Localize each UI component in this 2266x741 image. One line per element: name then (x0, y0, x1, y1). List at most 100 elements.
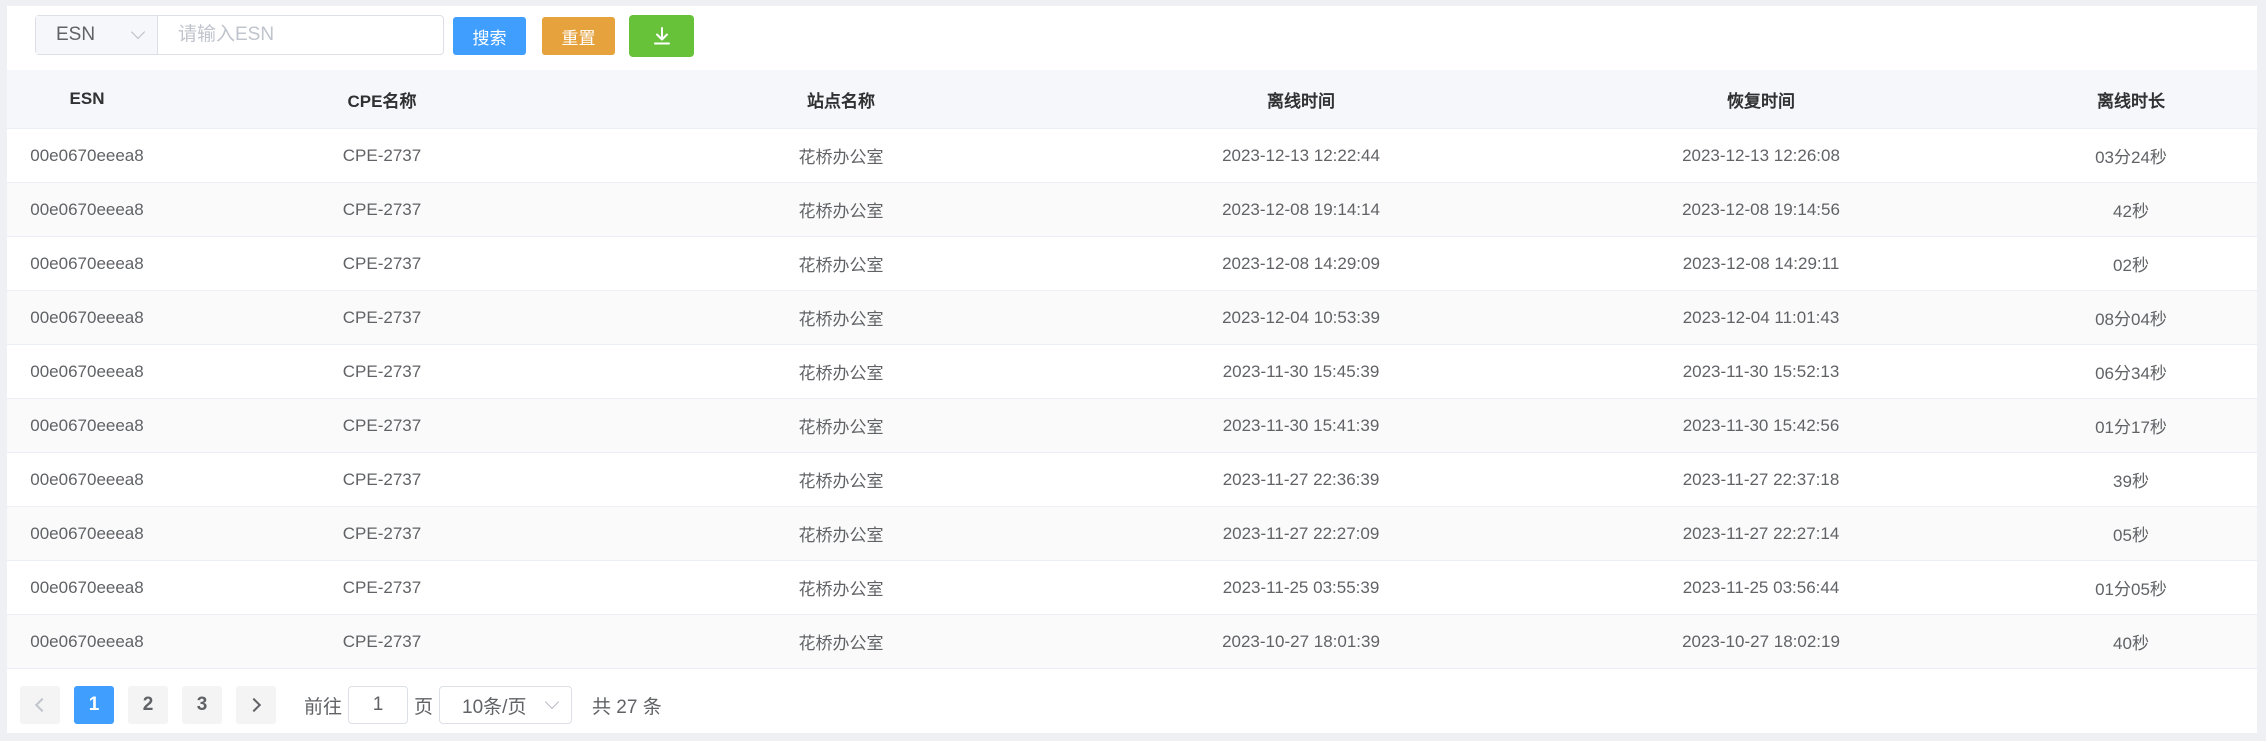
cell-esn: 00e0670eeea8 (30, 415, 144, 435)
chevron-down-icon (544, 694, 560, 710)
cell-site-name: 花桥办公室 (798, 418, 884, 437)
table-row: 00e0670eeea8 CPE-2737 花桥办公室 2023-12-08 19:1… (7, 183, 2257, 237)
column-header-cpe-name: CPE名称 (347, 91, 417, 111)
cell-offline-duration: 05秒 (2113, 526, 2149, 545)
cell-cpe-name: CPE-2737 (342, 199, 422, 219)
column-header-recovery-time: 恢复时间 (1727, 91, 1795, 111)
table-row: 00e0670eeea8 CPE-2737 花桥办公室 2023-12-13 12:2… (7, 129, 2257, 183)
cell-recovery-time: 2023-12-08 14:29:11 (1682, 253, 1840, 273)
table-body: 00e0670eeea8 CPE-2737 花桥办公室 2023-12-13 12:2… (7, 129, 2257, 669)
cell-cpe-name: CPE-2737 (342, 361, 422, 381)
cell-site-name: 花桥办公室 (798, 202, 884, 221)
download-icon (653, 27, 670, 45)
cell-esn: 00e0670eeea8 (30, 307, 144, 327)
table-row: 00e0670eeea8 CPE-2737 花桥办公室 2023-11-27 22:3… (7, 453, 2257, 507)
cell-cpe-name: CPE-2737 (342, 307, 422, 327)
cell-recovery-time: 2023-12-04 11:01:43 (1682, 307, 1840, 327)
cell-esn: 00e0670eeea8 (30, 469, 144, 489)
total-count: 共 27 条 (592, 696, 662, 718)
page-size-select[interactable]: 10条/页 (439, 686, 573, 724)
cell-offline-time: 2023-11-30 15:41:39 (1222, 415, 1380, 435)
cell-offline-duration: 01分05秒 (2095, 580, 2167, 599)
cell-esn: 00e0670eeea8 (30, 523, 144, 543)
search-button[interactable]: 搜索 (453, 17, 526, 55)
cell-offline-time: 2023-11-30 15:45:39 (1222, 361, 1380, 381)
cell-recovery-time: 2023-11-25 03:56:44 (1682, 577, 1840, 597)
cell-offline-time: 2023-10-27 18:01:39 (1222, 631, 1380, 651)
cell-esn: 00e0670eeea8 (30, 253, 144, 273)
download-button[interactable] (629, 15, 694, 57)
prev-page-button[interactable] (20, 686, 60, 724)
offline-record-table: ESN CPE名称 站点名称 离线时间 恢复时间 离线时长 00e0670eeea8 CPE… (7, 70, 2257, 669)
chevron-left-icon (34, 697, 50, 713)
table-row: 00e0670eeea8 CPE-2737 花桥办公室 2023-11-25 03:5… (7, 561, 2257, 615)
cell-esn: 00e0670eeea8 (30, 145, 144, 165)
search-field-selected-label: ESN (56, 24, 96, 45)
goto-suffix: 页 (414, 696, 434, 718)
cell-site-name: 花桥办公室 (798, 256, 884, 275)
table-row: 00e0670eeea8 CPE-2737 花桥办公室 2023-11-30 15:4… (7, 399, 2257, 453)
cell-offline-duration: 01分17秒 (2095, 418, 2167, 437)
cell-cpe-name: CPE-2737 (342, 253, 422, 273)
cell-recovery-time: 2023-11-27 22:27:14 (1682, 523, 1840, 543)
cell-esn: 00e0670eeea8 (30, 577, 144, 597)
cell-recovery-time: 2023-11-27 22:37:18 (1682, 469, 1840, 489)
search-input[interactable] (158, 16, 443, 54)
page-1-button[interactable]: 1 (74, 686, 114, 724)
cell-offline-duration: 08分04秒 (2095, 310, 2167, 329)
page-2-button[interactable]: 2 (128, 686, 168, 724)
table-row: 00e0670eeea8 CPE-2737 花桥办公室 2023-10-27 18:0… (7, 615, 2257, 669)
search-field-select[interactable]: ESN (36, 16, 158, 54)
cell-recovery-time: 2023-11-30 15:52:13 (1682, 361, 1840, 381)
cell-site-name: 花桥办公室 (798, 634, 884, 653)
pagination: 1 2 3 前往 页 10条/页 共 27 条 (20, 686, 662, 724)
cell-offline-duration: 40秒 (2113, 634, 2149, 653)
cell-recovery-time: 2023-11-30 15:42:56 (1682, 415, 1840, 435)
search-group: ESN (35, 15, 444, 55)
cell-site-name: 花桥办公室 (798, 526, 884, 545)
cell-cpe-name: CPE-2737 (342, 469, 422, 489)
cell-cpe-name: CPE-2737 (342, 415, 422, 435)
table-row: 00e0670eeea8 CPE-2737 花桥办公室 2023-11-27 22:2… (7, 507, 2257, 561)
cell-offline-time: 2023-12-13 12:22:44 (1222, 145, 1380, 165)
goto-prefix: 前往 (304, 696, 343, 718)
cell-offline-time: 2023-11-27 22:36:39 (1222, 469, 1380, 489)
reset-button[interactable]: 重置 (542, 17, 615, 55)
chevron-right-icon (246, 697, 262, 713)
table-row: 00e0670eeea8 CPE-2737 花桥办公室 2023-11-30 15:4… (7, 345, 2257, 399)
column-header-offline-duration: 离线时长 (2097, 91, 2165, 111)
column-header-offline-time: 离线时间 (1267, 91, 1335, 111)
cell-esn: 00e0670eeea8 (30, 199, 144, 219)
cell-site-name: 花桥办公室 (798, 148, 884, 167)
page-3-button[interactable]: 3 (182, 686, 222, 724)
cell-offline-duration: 39秒 (2113, 472, 2149, 491)
cell-esn: 00e0670eeea8 (30, 631, 144, 651)
cell-cpe-name: CPE-2737 (342, 523, 422, 543)
cell-site-name: 花桥办公室 (798, 580, 884, 599)
cell-offline-duration: 03分24秒 (2095, 148, 2167, 167)
column-header-esn: ESN (69, 89, 105, 108)
cell-site-name: 花桥办公室 (798, 364, 884, 383)
cell-recovery-time: 2023-12-13 12:26:08 (1682, 145, 1840, 165)
cell-recovery-time: 2023-10-27 18:02:19 (1682, 631, 1840, 651)
cell-cpe-name: CPE-2737 (342, 631, 422, 651)
chevron-down-icon (130, 24, 146, 40)
table-row: 00e0670eeea8 CPE-2737 花桥办公室 2023-12-08 14:2… (7, 237, 2257, 291)
column-header-site-name: 站点名称 (807, 91, 875, 111)
cell-offline-time: 2023-11-27 22:27:09 (1222, 523, 1380, 543)
cell-offline-duration: 06分34秒 (2095, 364, 2167, 383)
goto-page-input[interactable] (348, 686, 409, 724)
table-header: ESN CPE名称 站点名称 离线时间 恢复时间 离线时长 (7, 70, 2257, 129)
page-size-label: 10条/页 (462, 696, 527, 718)
cell-cpe-name: CPE-2737 (342, 577, 422, 597)
toolbar: ESN 搜索 重置 (7, 6, 2257, 64)
cell-offline-duration: 02秒 (2113, 256, 2149, 275)
cell-offline-time: 2023-12-04 10:53:39 (1222, 307, 1380, 327)
cell-recovery-time: 2023-12-08 19:14:56 (1682, 199, 1840, 219)
table-row: 00e0670eeea8 CPE-2737 花桥办公室 2023-12-04 10:5… (7, 291, 2257, 345)
cell-esn: 00e0670eeea8 (30, 361, 144, 381)
cell-offline-time: 2023-11-25 03:55:39 (1222, 577, 1380, 597)
next-page-button[interactable] (236, 686, 276, 724)
cell-site-name: 花桥办公室 (798, 310, 884, 329)
cell-offline-time: 2023-12-08 19:14:14 (1222, 199, 1380, 219)
